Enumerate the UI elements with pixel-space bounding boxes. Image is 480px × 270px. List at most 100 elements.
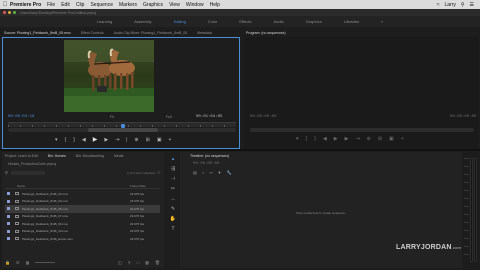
tab-bin-woodworking[interactable]: Bin: Woodworking (76, 154, 104, 158)
menu-graphics[interactable]: Graphics (143, 2, 163, 8)
minimize-window-button[interactable] (8, 11, 11, 14)
tab-audio-clip-mixer[interactable]: Audio Clip Mixer: Plowing1_Fieldwork_8mB… (114, 31, 188, 35)
source-zoom-scrollbar[interactable] (8, 128, 236, 132)
program-monitor[interactable] (244, 37, 478, 149)
pen-tool-icon[interactable]: ✎ (171, 206, 175, 212)
step-forward-icon[interactable]: ▶ (104, 137, 108, 143)
tab-metadata[interactable]: Metadata (197, 31, 212, 35)
list-item[interactable]: Plowing1_Fieldwork_8mB_02.mov 23.976 fps (5, 190, 160, 198)
tab-source[interactable]: Source: Plowing1_Fieldwork_8mB_05.mov (4, 31, 71, 35)
timeline-timecode[interactable]: 00:00:00:00 (193, 162, 219, 166)
program-mark-out-icon[interactable]: { (306, 136, 308, 142)
trash-icon[interactable]: 🗑 (155, 260, 160, 265)
tab-effect-controls[interactable]: Effect Controls (81, 31, 104, 35)
source-resolution-dropdown[interactable]: Full (166, 115, 172, 119)
mark-in-icon[interactable]: ▾ (55, 137, 58, 143)
type-tool-icon[interactable]: T (171, 226, 174, 232)
step-back-icon[interactable]: ◀ (82, 137, 86, 143)
icon-view-icon[interactable]: ▦ (26, 260, 30, 265)
program-go-out-icon[interactable]: ⇥ (355, 136, 359, 142)
insert-icon[interactable]: ⊕ (134, 137, 138, 143)
workspace-learning[interactable]: Learning (97, 19, 113, 24)
tab-project[interactable]: Project: Learn to Edit (5, 154, 38, 158)
workspace-more-icon[interactable]: » (381, 19, 383, 24)
export-frame-icon[interactable]: ▣ (157, 137, 162, 143)
workspace-graphics[interactable]: Graphics (306, 19, 322, 24)
source-zoom-thumb[interactable] (88, 128, 158, 132)
bin-search-input[interactable] (10, 170, 45, 175)
menu-app[interactable]: Premiere Pro (10, 2, 41, 8)
razor-tool-icon[interactable]: ✂ (171, 186, 175, 192)
go-to-out-icon[interactable]: ⇥ (115, 137, 119, 143)
workspace-effects[interactable]: Effects (239, 19, 251, 24)
add-button-icon[interactable]: + (169, 137, 172, 143)
program-step-back-icon[interactable]: ◀ (323, 136, 327, 142)
program-export-frame-icon[interactable]: ▣ (389, 136, 394, 142)
tab-media[interactable]: Media (114, 154, 124, 158)
list-item[interactable]: Plowing1_Fieldwork_8mB_Horse.mov 23.976 f… (5, 235, 160, 243)
menu-edit[interactable]: Edit (61, 2, 70, 8)
menu-clip[interactable]: Clip (76, 2, 85, 8)
program-zoom-scrollbar[interactable] (250, 128, 474, 132)
linked-selection-icon[interactable]: ∞ (210, 170, 213, 175)
menu-window[interactable]: Window (186, 2, 204, 8)
play-icon[interactable]: ▶ (93, 136, 98, 143)
frame-rate-column-header[interactable]: Frame Rate (130, 184, 160, 188)
program-step-forward-icon[interactable]: ▶ (345, 136, 349, 142)
panel-divider[interactable] (0, 149, 480, 151)
workspace-assembly[interactable]: Assembly (134, 19, 151, 24)
apple-icon[interactable]:  (0, 2, 10, 8)
menu-view[interactable]: View (169, 2, 180, 8)
tab-program[interactable]: Program: (no sequences) (246, 31, 286, 35)
menu-file[interactable]: File (47, 2, 55, 8)
close-window-button[interactable] (3, 11, 6, 14)
zoom-slider[interactable] (35, 261, 56, 263)
add-marker-icon[interactable]: ▼ (218, 170, 222, 175)
list-item[interactable]: Plowing1_Fieldwork_8mB_10.mov 23.976 fps (5, 228, 160, 236)
tab-bin-horses[interactable]: Bin: Horses (48, 154, 66, 158)
nest-icon[interactable]: ▤ (193, 170, 197, 175)
workspace-editing[interactable]: Editing (174, 19, 186, 24)
program-lift-icon[interactable]: ⊕ (367, 136, 371, 142)
new-bin-footer-icon[interactable]: □ (137, 260, 139, 265)
list-item[interactable]: Plowing1_Fieldwork_8mB_03.mov 23.976 fps (5, 198, 160, 206)
track-select-tool-icon[interactable]: ⇶ (171, 166, 175, 172)
program-play-icon[interactable]: ▶ (334, 136, 338, 142)
new-item-icon[interactable]: ▩ (145, 260, 149, 265)
zoom-window-button[interactable] (13, 11, 16, 14)
source-playhead-timecode[interactable]: 00:00:03:18 (8, 115, 34, 119)
find-icon[interactable]: ⚲ (128, 260, 131, 265)
program-extract-icon[interactable]: ⊞ (378, 136, 382, 142)
list-item[interactable]: Plowing1_Fieldwork_8mB_09.mov 23.976 fps (5, 220, 160, 228)
user-name[interactable]: Larry (444, 2, 455, 8)
wrench-icon[interactable]: 🔧 (226, 170, 231, 175)
workspace-color[interactable]: Color (208, 19, 218, 24)
name-column-header[interactable]: Name (17, 184, 130, 188)
wifi-icon[interactable]: ≈ (437, 2, 440, 8)
list-item[interactable]: Plowing1_Fieldwork_8mB_07.mov 23.976 fps (5, 213, 160, 221)
program-mark-in-icon[interactable]: ▾ (296, 136, 299, 142)
menu-markers[interactable]: Markers (119, 2, 137, 8)
program-go-in-icon[interactable]: } (314, 136, 316, 142)
tab-timeline[interactable]: Timeline: (no sequences) (190, 154, 229, 158)
ripple-edit-tool-icon[interactable]: ⊣ (171, 176, 175, 182)
list-view-icon[interactable]: ☰ (16, 260, 20, 265)
snap-icon[interactable]: ∩ (202, 170, 205, 175)
go-to-in-icon[interactable]: } (73, 137, 75, 143)
program-playhead-timecode[interactable]: 00:00:00:00 (250, 115, 276, 119)
selection-tool-icon[interactable]: ▴ (172, 156, 175, 162)
mark-out-icon[interactable]: { (65, 137, 67, 143)
hand-tool-icon[interactable]: ✋ (170, 216, 176, 222)
menu-sequence[interactable]: Sequence (90, 2, 113, 8)
workspace-audio[interactable]: Audio (274, 19, 284, 24)
list-item-selected[interactable]: Plowing1_Fieldwork_8mB_05.mov 23.976 fps (5, 205, 160, 213)
automate-icon[interactable]: ◫ (118, 260, 122, 265)
slip-tool-icon[interactable]: ↔ (171, 196, 176, 202)
overwrite-icon[interactable]: ⊞ (146, 137, 150, 143)
workspace-libraries[interactable]: Libraries (344, 19, 359, 24)
program-add-button-icon[interactable]: + (401, 136, 404, 142)
menu-help[interactable]: Help (210, 2, 220, 8)
search-icon[interactable]: ⚲ (461, 2, 465, 8)
menu-list-icon[interactable]: ☰ (470, 2, 474, 8)
lock-icon[interactable]: 🔒 (5, 260, 10, 265)
